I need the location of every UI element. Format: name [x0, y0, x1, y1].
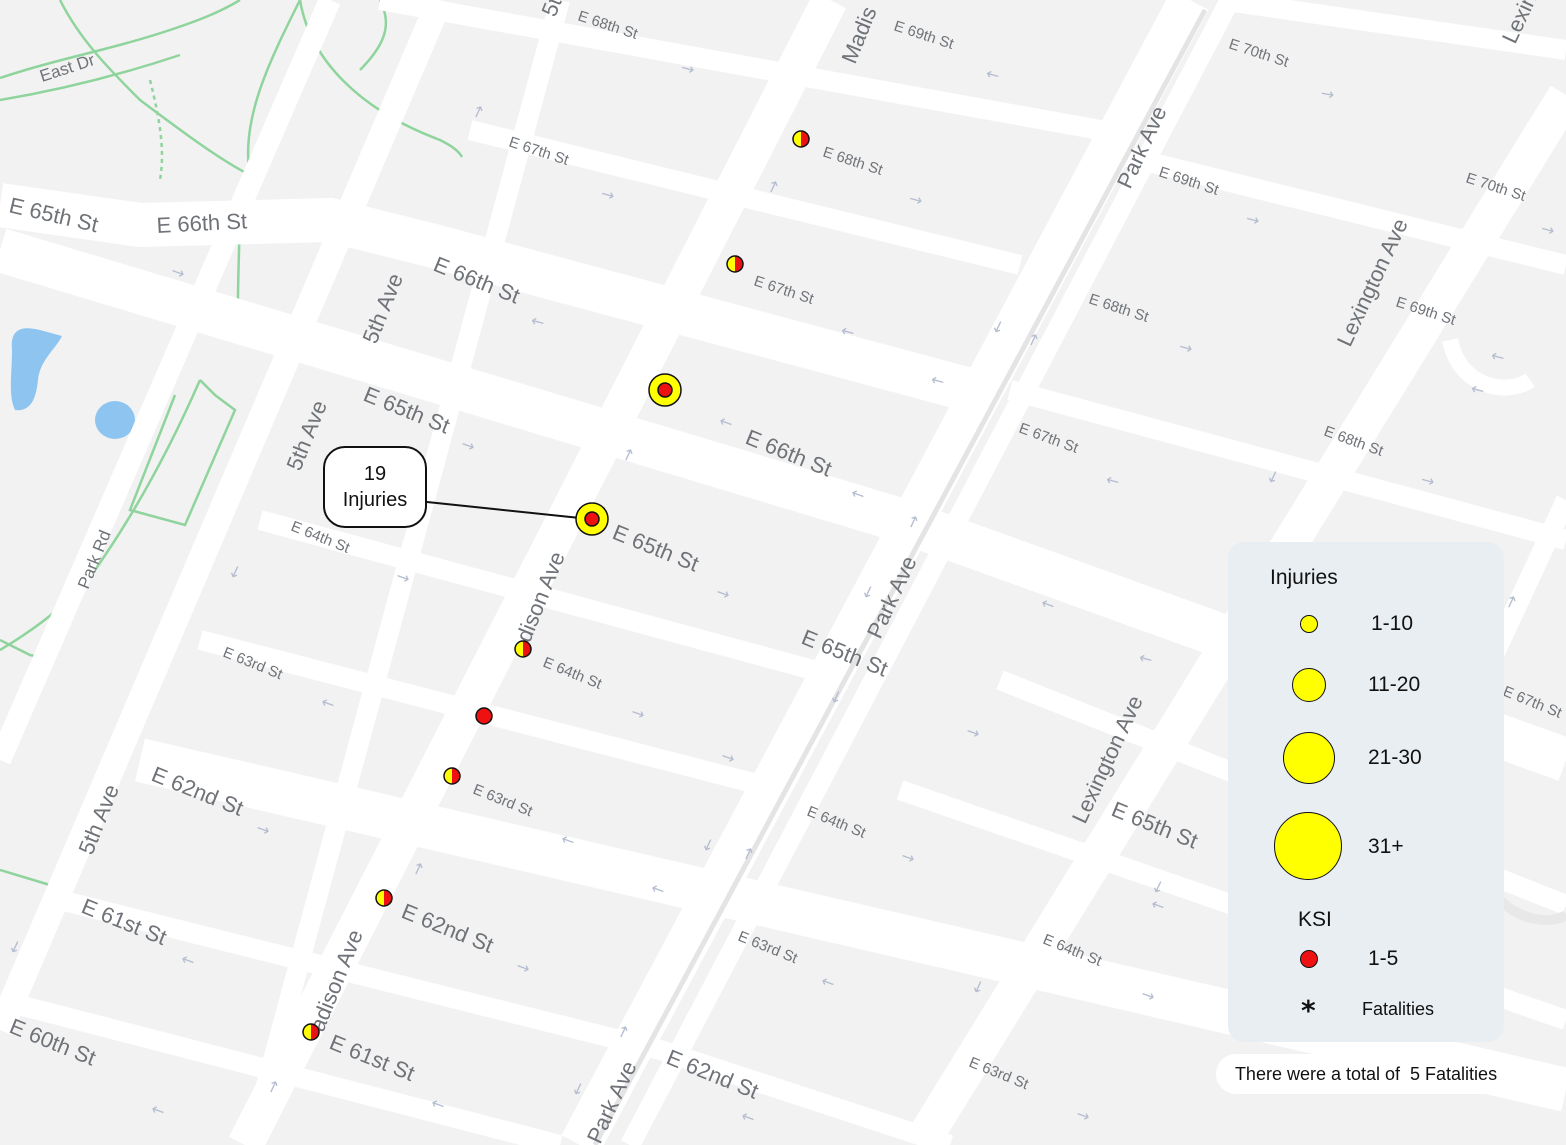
legend-fatalities-label: Fatalities — [1362, 999, 1435, 1019]
svg-text:←: ← — [1149, 894, 1168, 916]
label-e64-c: E 64th St — [805, 803, 869, 842]
legend-range-21-30: 21-30 — [1368, 746, 1422, 769]
svg-text:→: → — [459, 434, 478, 456]
label-e67-b: E 67th St — [752, 273, 817, 308]
svg-text:→: → — [1074, 1104, 1093, 1126]
svg-text:←: ← — [717, 411, 736, 433]
svg-text:→: → — [599, 184, 617, 206]
svg-text:→: → — [254, 818, 273, 840]
fatalities-total-note: There were a total of 5 Fatalities — [1216, 1054, 1516, 1094]
legend-ksi-symbol — [1300, 950, 1318, 968]
label-e70-top: E 70th St — [1227, 36, 1292, 71]
svg-text:→: → — [907, 189, 925, 211]
incident-marker-e67[interactable] — [726, 255, 744, 273]
svg-text:→: → — [1319, 83, 1336, 104]
svg-text:→: → — [1244, 209, 1262, 231]
legend-injuries-title: Injuries — [1270, 566, 1338, 589]
legend-range-11-20: 11-20 — [1368, 673, 1421, 696]
legend-injury-symbol-31-plus — [1274, 812, 1342, 880]
legend-range-1-10: 1-10 — [1371, 612, 1414, 635]
svg-text:←: ← — [1039, 593, 1058, 615]
svg-text:←: ← — [319, 692, 338, 714]
label-e69-top: E 69th St — [892, 18, 957, 53]
legend-injury-symbol-21-30 — [1283, 732, 1335, 784]
svg-text:→: → — [964, 721, 983, 743]
svg-text:→: → — [714, 582, 733, 604]
svg-text:←: ← — [819, 971, 838, 993]
svg-text:→: → — [1539, 219, 1557, 241]
legend-range-31-plus: 31+ — [1368, 835, 1404, 858]
label-e65-b: E 65th St — [609, 519, 702, 576]
label-e63-b: E 63rd St — [471, 781, 536, 820]
pond — [10, 328, 135, 439]
svg-text:→: → — [514, 956, 533, 978]
incident-marker-e61[interactable] — [302, 1023, 320, 1041]
svg-text:←: ← — [984, 64, 1002, 86]
svg-text:→: → — [1419, 470, 1437, 492]
svg-text:←: ← — [529, 311, 547, 333]
label-e64-b: E 64th St — [541, 654, 605, 693]
svg-text:→: → — [1177, 337, 1195, 359]
map-legend: Injuries 1-10 11-20 21-30 31+ KSI 1-5 * … — [1228, 542, 1504, 1042]
legend-injury-symbol-11-20 — [1292, 668, 1326, 702]
label-e67-c: E 67th St — [1017, 420, 1082, 457]
svg-text:→: → — [629, 702, 648, 724]
label-e68-b: E 68th St — [821, 144, 886, 179]
incident-marker-e62[interactable] — [375, 889, 393, 907]
incident-marker-ksi-only[interactable] — [475, 707, 493, 725]
label-e61-a: E 61st St — [78, 893, 170, 950]
label-fifth-a: 5th Ave — [357, 270, 408, 347]
svg-text:→: → — [406, 859, 429, 879]
svg-text:←: ← — [223, 562, 246, 582]
label-e67-d: E 67th St — [1501, 683, 1565, 722]
incident-marker-e66[interactable] — [648, 373, 682, 407]
legend-fatalities-symbol: * — [1301, 994, 1316, 1027]
label-e68-c: E 68th St — [1087, 291, 1152, 326]
callout-count: 19 — [363, 463, 387, 485]
svg-text:←: ← — [1104, 470, 1122, 492]
label-e62-b: E 62nd St — [398, 898, 497, 957]
svg-text:→: → — [466, 102, 489, 122]
label-e66-west: E 66th St — [156, 208, 248, 238]
legend-ksi-range: 1-5 — [1368, 947, 1399, 970]
svg-text:→: → — [899, 846, 918, 868]
incident-marker-e65[interactable] — [575, 502, 609, 536]
svg-text:←: ← — [966, 977, 989, 997]
legend-ksi-title: KSI — [1298, 908, 1332, 931]
svg-text:←: ← — [179, 949, 198, 971]
svg-text:←: ← — [1489, 346, 1507, 368]
callout-label: Injuries — [342, 489, 408, 511]
label-e63-c: E 63rd St — [736, 928, 801, 967]
svg-text:←: ← — [1137, 648, 1155, 670]
legend-injury-symbol-1-10 — [1300, 615, 1318, 633]
incident-marker-e68[interactable] — [792, 130, 810, 148]
svg-text:←: ← — [149, 1099, 168, 1121]
svg-text:←: ← — [739, 1106, 758, 1128]
label-e61-b: E 61st St — [326, 1029, 418, 1086]
incident-marker-e63[interactable] — [443, 767, 461, 785]
incident-marker-e64[interactable] — [514, 640, 532, 658]
injuries-callout: 19 Injuries — [323, 446, 427, 528]
